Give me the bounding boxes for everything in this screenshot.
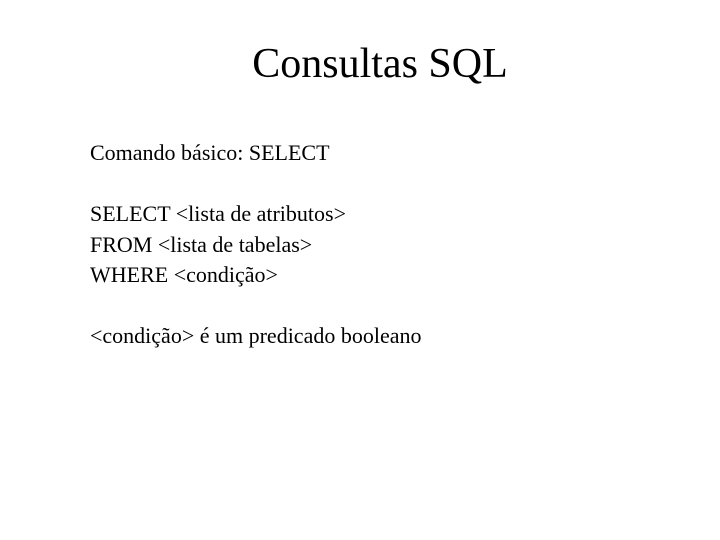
syntax-section: SELECT <lista de atributos> FROM <lista … bbox=[90, 199, 630, 291]
slide-content: Comando básico: SELECT SELECT <lista de … bbox=[90, 138, 630, 352]
slide-title: Consultas SQL bbox=[130, 40, 630, 88]
from-line: FROM <lista de tabelas> bbox=[90, 230, 630, 261]
intro-section: Comando básico: SELECT bbox=[90, 138, 630, 169]
note-text: <condição> é um predicado booleano bbox=[90, 321, 630, 352]
where-line: WHERE <condição> bbox=[90, 260, 630, 291]
note-section: <condição> é um predicado booleano bbox=[90, 321, 630, 352]
select-line: SELECT <lista de atributos> bbox=[90, 199, 630, 230]
intro-text: Comando básico: SELECT bbox=[90, 138, 630, 169]
